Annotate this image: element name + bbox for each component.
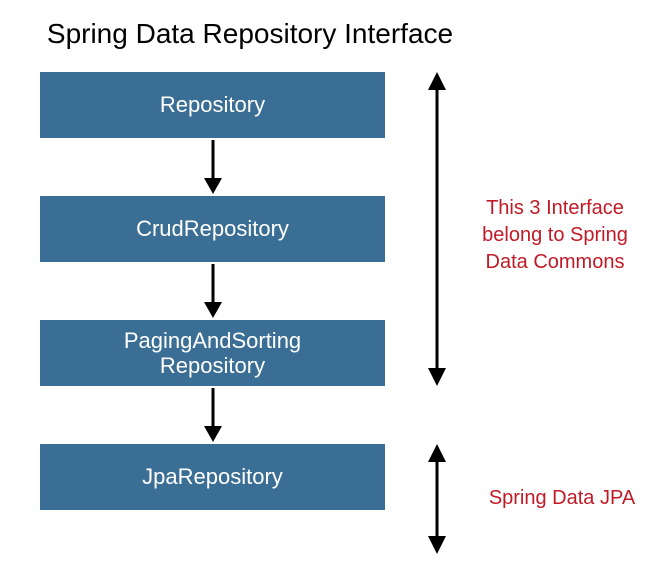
box-repository: Repository xyxy=(40,72,385,138)
annotation-jpa-label: Spring Data JPA xyxy=(489,487,635,509)
box-paging-sorting-label-2: Repository xyxy=(160,353,265,378)
box-crud-repository: CrudRepository xyxy=(40,196,385,262)
annotation-commons: This 3 Interface belong to Spring Data C… xyxy=(470,195,640,276)
diagram-title: Spring Data Repository Interface xyxy=(40,0,460,58)
arrow-down-icon xyxy=(198,386,228,444)
annotation-commons-line1: This 3 Interface xyxy=(470,195,640,222)
annotation-commons-line2: belong to Spring xyxy=(470,222,640,249)
annotation-jpa: Spring Data JPA xyxy=(482,485,642,512)
box-jpa-repository-label: JpaRepository xyxy=(142,464,283,489)
box-paging-sorting-label-1: PagingAndSorting xyxy=(124,328,301,353)
box-paging-sorting-repository: PagingAndSorting Repository xyxy=(40,320,385,386)
annotation-commons-line3: Data Commons xyxy=(470,249,640,276)
arrow-down-icon xyxy=(198,262,228,320)
arrow-down-icon xyxy=(198,138,228,196)
bracket-commons-icon xyxy=(420,72,454,386)
box-crud-repository-label: CrudRepository xyxy=(136,216,289,241)
hierarchy-column: Repository CrudRepository PagingAndSorti… xyxy=(40,72,385,510)
bracket-jpa-icon xyxy=(420,444,454,554)
box-repository-label: Repository xyxy=(160,92,265,117)
arrow-down-3-wrap xyxy=(40,386,385,444)
box-jpa-repository: JpaRepository xyxy=(40,444,385,510)
arrow-down-2-wrap xyxy=(40,262,385,320)
arrow-down-1-wrap xyxy=(40,138,385,196)
